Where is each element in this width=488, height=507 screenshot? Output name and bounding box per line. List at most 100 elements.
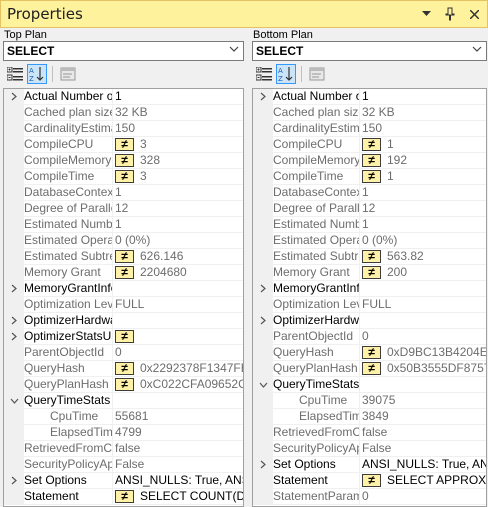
row-expander[interactable] [4,313,24,328]
property-row[interactable]: MemoryGrantInfo [4,281,243,297]
property-name: QueryPlanHash [273,361,358,375]
property-value: ≠ 1 [360,137,486,152]
property-row[interactable]: QueryHash ≠ 0xD9BC13B4204E5E [253,345,486,361]
svg-text:Z: Z [29,75,34,82]
property-row[interactable]: CompileMemory ≠ 328 [4,153,243,169]
property-pages-button[interactable] [58,64,78,84]
property-name: CompileTime [24,169,95,183]
property-value-text: 563.82 [387,249,424,263]
property-row[interactable]: QueryPlanHash ≠ 0xC022CFA09652C1 [4,377,243,393]
categorized-button[interactable] [254,64,274,84]
property-row[interactable]: Actual Number of 1 [4,89,243,105]
property-row[interactable]: QueryPlanHash ≠ 0x50B3555DF875709 [253,361,486,377]
property-name: ElapsedTime [50,425,112,439]
row-expander [253,137,273,152]
categorized-button[interactable] [5,64,25,84]
row-expander[interactable] [253,457,273,472]
expand-chevron-icon [260,460,266,469]
property-row[interactable]: ElapsedTime3849 [253,409,486,425]
property-row[interactable]: MemoryGrantInfo [253,281,486,297]
property-row[interactable]: Statement ≠ SELECT COUNT(DIS [4,489,243,505]
property-value [360,313,486,328]
chevron-down-icon[interactable] [472,44,482,55]
property-row[interactable]: Actual Number o1 [253,89,486,105]
property-row[interactable]: CpuTime 39075 [253,393,486,409]
property-value: ≠ 626.146 [113,249,243,264]
property-value-text: 1 [362,217,369,231]
property-row[interactable]: Estimated Subtre ≠ 626.146 [4,249,243,265]
property-row[interactable]: RetrievedFromCa false [4,441,243,457]
property-row[interactable]: SecurityPolicyAppFalse [253,441,486,457]
object-selector-dropdown[interactable]: SELECT [3,41,244,61]
row-expander[interactable] [4,89,24,104]
property-grid[interactable]: Actual Number o 1 Cached plan size 32 KB Car… [252,88,487,507]
property-name: CardinalityEstimat [24,121,112,135]
property-row[interactable]: CardinalityEstimat150 [4,121,243,137]
property-row[interactable]: OptimizerHardwa [253,313,486,329]
property-row[interactable]: Optimization LeveFULL [4,297,243,313]
row-expander[interactable] [4,393,24,408]
row-expander[interactable] [4,281,24,296]
row-expander[interactable] [253,89,273,104]
property-name: OptimizerHardwa [273,313,359,327]
property-row[interactable]: CardinalityEstimat150 [253,121,486,137]
property-row[interactable]: Estimated Operat 0 (0%) [4,233,243,249]
property-row[interactable]: Cached plan size 32 KB [253,105,486,121]
row-expander[interactable] [4,329,24,344]
property-row[interactable]: CompileMemory ≠ 192 [253,153,486,169]
property-row[interactable]: CompileCPU ≠ 1 [253,137,486,153]
alphabetical-button[interactable]: AZ [27,64,47,84]
property-row[interactable]: Memory Grant ≠ 2204680 [4,265,243,281]
property-grid[interactable]: Actual Number of 1 Cached plan size 32 KB Ca… [3,88,244,507]
property-row[interactable]: Set Options ANSI_NULLS: True, ANSI_ [253,457,486,473]
property-row[interactable]: Optimization LeveFULL [253,297,486,313]
property-pages-button[interactable] [307,64,327,84]
property-row[interactable]: Estimated Numbe 1 [253,217,486,233]
property-row[interactable]: CpuTime 55681 [4,409,243,425]
property-name: Set Options [24,473,87,487]
object-selector-dropdown[interactable]: SELECT [252,41,487,61]
property-row[interactable]: Estimated Subtre ≠ 563.82 [253,249,486,265]
row-expander[interactable] [253,377,273,392]
row-expander[interactable] [253,313,273,328]
property-row[interactable]: OptimizerHardwa [4,313,243,329]
property-row[interactable]: Cached plan size 32 KB [4,105,243,121]
property-row[interactable]: Statement ≠ SELECT APPROX_C [253,473,486,489]
property-row[interactable]: CompileCPU ≠ 3 [4,137,243,153]
property-row[interactable]: CompileTime ≠ 1 [253,169,486,185]
row-expander [4,409,24,424]
property-value: ≠ 0x2292378F1347FE8 [113,361,243,376]
property-row[interactable]: DatabaseContext 1 [253,185,486,201]
property-row[interactable]: SecurityPolicyAppFalse [4,457,243,473]
property-row[interactable]: Degree of Paralle 12 [253,201,486,217]
property-row[interactable]: Estimated Operat 0 (0%) [253,233,486,249]
property-row[interactable]: DatabaseContext 1 [4,185,243,201]
property-row[interactable]: ElapsedTime4799 [4,425,243,441]
row-expander[interactable] [4,473,24,488]
property-row[interactable]: ParentObjectId 0 [253,329,486,345]
row-expander [4,297,24,312]
row-expander [253,489,273,504]
property-row[interactable]: QueryHash ≠ 0x2292378F1347FE8 [4,361,243,377]
property-row[interactable]: Memory Grant ≠ 200 [253,265,486,281]
property-row[interactable]: Degree of Paralle 12 [4,201,243,217]
property-row[interactable]: StatementParame0 [253,489,486,505]
row-expander[interactable] [253,281,273,296]
property-row[interactable]: CompileTime ≠ 3 [4,169,243,185]
alphabetical-button[interactable]: AZ [276,64,296,84]
property-row[interactable]: Estimated Numbe 1 [4,217,243,233]
property-row[interactable]: QueryTimeStats [253,377,486,393]
close-icon[interactable] [467,5,481,23]
pin-icon[interactable] [443,5,457,23]
row-expander [4,233,24,248]
property-row[interactable]: ParentObjectId 0 [4,345,243,361]
property-row[interactable]: QueryTimeStats [4,393,243,409]
chevron-down-icon[interactable] [229,44,239,55]
pane-label: Bottom Plan [253,29,313,41]
property-row[interactable]: RetrievedFromCa false [253,425,486,441]
property-row[interactable]: OptimizerStatsUs ≠ [4,329,243,345]
dropdown-icon[interactable] [419,5,433,23]
sort-az-icon: AZ [29,67,44,82]
property-value-text: False [115,457,145,471]
property-row[interactable]: Set Options ANSI_NULLS: True, ANSI_ [4,473,243,489]
